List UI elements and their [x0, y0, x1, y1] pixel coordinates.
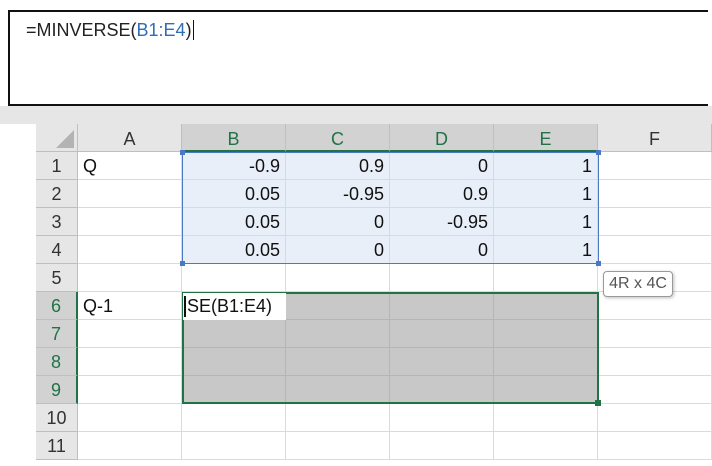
cell-a10[interactable]	[78, 404, 182, 432]
cell-d5[interactable]	[390, 264, 494, 292]
formula-text[interactable]: =MINVERSE(B1:E4)	[26, 20, 194, 41]
cell-b7[interactable]	[182, 320, 286, 348]
cell-c9[interactable]	[286, 376, 390, 404]
formula-prefix: =MINVERSE(	[26, 20, 137, 40]
cell-a6[interactable]: Q-1	[78, 292, 182, 320]
cell-b2[interactable]: 0.05	[182, 180, 286, 208]
cell-c4[interactable]: 0	[286, 236, 390, 264]
cell-f9[interactable]	[598, 376, 712, 404]
row-header-6[interactable]: 6	[36, 292, 78, 320]
cell-b3[interactable]: 0.05	[182, 208, 286, 236]
cell-e9[interactable]	[494, 376, 598, 404]
cell-d2[interactable]: 0.9	[390, 180, 494, 208]
cell-a11[interactable]	[78, 432, 182, 460]
cell-b1[interactable]: -0.9	[182, 152, 286, 180]
cell-e2[interactable]: 1	[494, 180, 598, 208]
cell-f7[interactable]	[598, 320, 712, 348]
row-header-2[interactable]: 2	[36, 180, 78, 208]
cell-c1[interactable]: 0.9	[286, 152, 390, 180]
cell-b10[interactable]	[182, 404, 286, 432]
row-header-5[interactable]: 5	[36, 264, 78, 292]
selection-size-tooltip: 4R x 4C	[603, 271, 673, 297]
cell-c3[interactable]: 0	[286, 208, 390, 236]
cell-a2[interactable]	[78, 180, 182, 208]
cell-b8[interactable]	[182, 348, 286, 376]
formula-suffix: )	[185, 20, 192, 40]
column-header-e[interactable]: E	[494, 124, 598, 152]
row-header-7[interactable]: 7	[36, 320, 78, 348]
cell-f8[interactable]	[598, 348, 712, 376]
cell-e3[interactable]: 1	[494, 208, 598, 236]
toolbar-gap	[0, 106, 712, 124]
cell-d1[interactable]: 0	[390, 152, 494, 180]
cell-f4[interactable]	[598, 236, 712, 264]
cell-e11[interactable]	[494, 432, 598, 460]
cell-a5[interactable]	[78, 264, 182, 292]
cell-f1[interactable]	[598, 152, 712, 180]
cell-d6[interactable]	[390, 292, 494, 320]
cell-b4[interactable]: 0.05	[182, 236, 286, 264]
cell-b5[interactable]	[182, 264, 286, 292]
cell-e8[interactable]	[494, 348, 598, 376]
cell-d9[interactable]	[390, 376, 494, 404]
row-header-1[interactable]: 1	[36, 152, 78, 180]
cell-a8[interactable]	[78, 348, 182, 376]
column-header-c[interactable]: C	[286, 124, 390, 152]
cell-d11[interactable]	[390, 432, 494, 460]
formula-reference: B1:E4	[136, 20, 186, 40]
row-header-3[interactable]: 3	[36, 208, 78, 236]
select-all-button[interactable]	[36, 124, 78, 152]
select-all-icon	[56, 130, 74, 148]
spreadsheet-grid[interactable]: A B C D E F 1 2 3 4 5 6 7 8 9 10 11 Q -0.9 0.9 0 1 0.05 -0.95 0.…	[0, 124, 712, 466]
cell-f11[interactable]	[598, 432, 712, 460]
cell-e1[interactable]: 1	[494, 152, 598, 180]
row-header-8[interactable]: 8	[36, 348, 78, 376]
cell-f2[interactable]	[598, 180, 712, 208]
cell-e4[interactable]: 1	[494, 236, 598, 264]
cell-d3[interactable]: -0.95	[390, 208, 494, 236]
formula-bar[interactable]: =MINVERSE(B1:E4)	[8, 10, 708, 106]
active-cell-editor[interactable]: SE(B1:E4)	[183, 293, 286, 320]
cell-c5[interactable]	[286, 264, 390, 292]
cell-d10[interactable]	[390, 404, 494, 432]
row-header-11[interactable]: 11	[36, 432, 78, 460]
cell-f3[interactable]	[598, 208, 712, 236]
cell-a3[interactable]	[78, 208, 182, 236]
cell-c8[interactable]	[286, 348, 390, 376]
cell-a1[interactable]: Q	[78, 152, 182, 180]
cell-d8[interactable]	[390, 348, 494, 376]
cell-a7[interactable]	[78, 320, 182, 348]
cell-e10[interactable]	[494, 404, 598, 432]
cell-c2[interactable]: -0.95	[286, 180, 390, 208]
cell-e7[interactable]	[494, 320, 598, 348]
cell-b11[interactable]	[182, 432, 286, 460]
cell-d7[interactable]	[390, 320, 494, 348]
cell-c6[interactable]	[286, 292, 390, 320]
cell-c11[interactable]	[286, 432, 390, 460]
column-header-b[interactable]: B	[182, 124, 286, 152]
cell-b9[interactable]	[182, 376, 286, 404]
text-cursor	[192, 20, 194, 40]
cell-e5[interactable]	[494, 264, 598, 292]
cell-a9[interactable]	[78, 376, 182, 404]
cell-c7[interactable]	[286, 320, 390, 348]
row-header-10[interactable]: 10	[36, 404, 78, 432]
cell-e6[interactable]	[494, 292, 598, 320]
column-header-d[interactable]: D	[390, 124, 494, 152]
cell-a4[interactable]	[78, 236, 182, 264]
cell-c10[interactable]	[286, 404, 390, 432]
column-header-a[interactable]: A	[78, 124, 182, 152]
column-header-f[interactable]: F	[598, 124, 712, 152]
row-header-4[interactable]: 4	[36, 236, 78, 264]
cell-d4[interactable]: 0	[390, 236, 494, 264]
cell-text-cursor	[184, 296, 186, 317]
cell-f10[interactable]	[598, 404, 712, 432]
row-header-9[interactable]: 9	[36, 376, 78, 404]
